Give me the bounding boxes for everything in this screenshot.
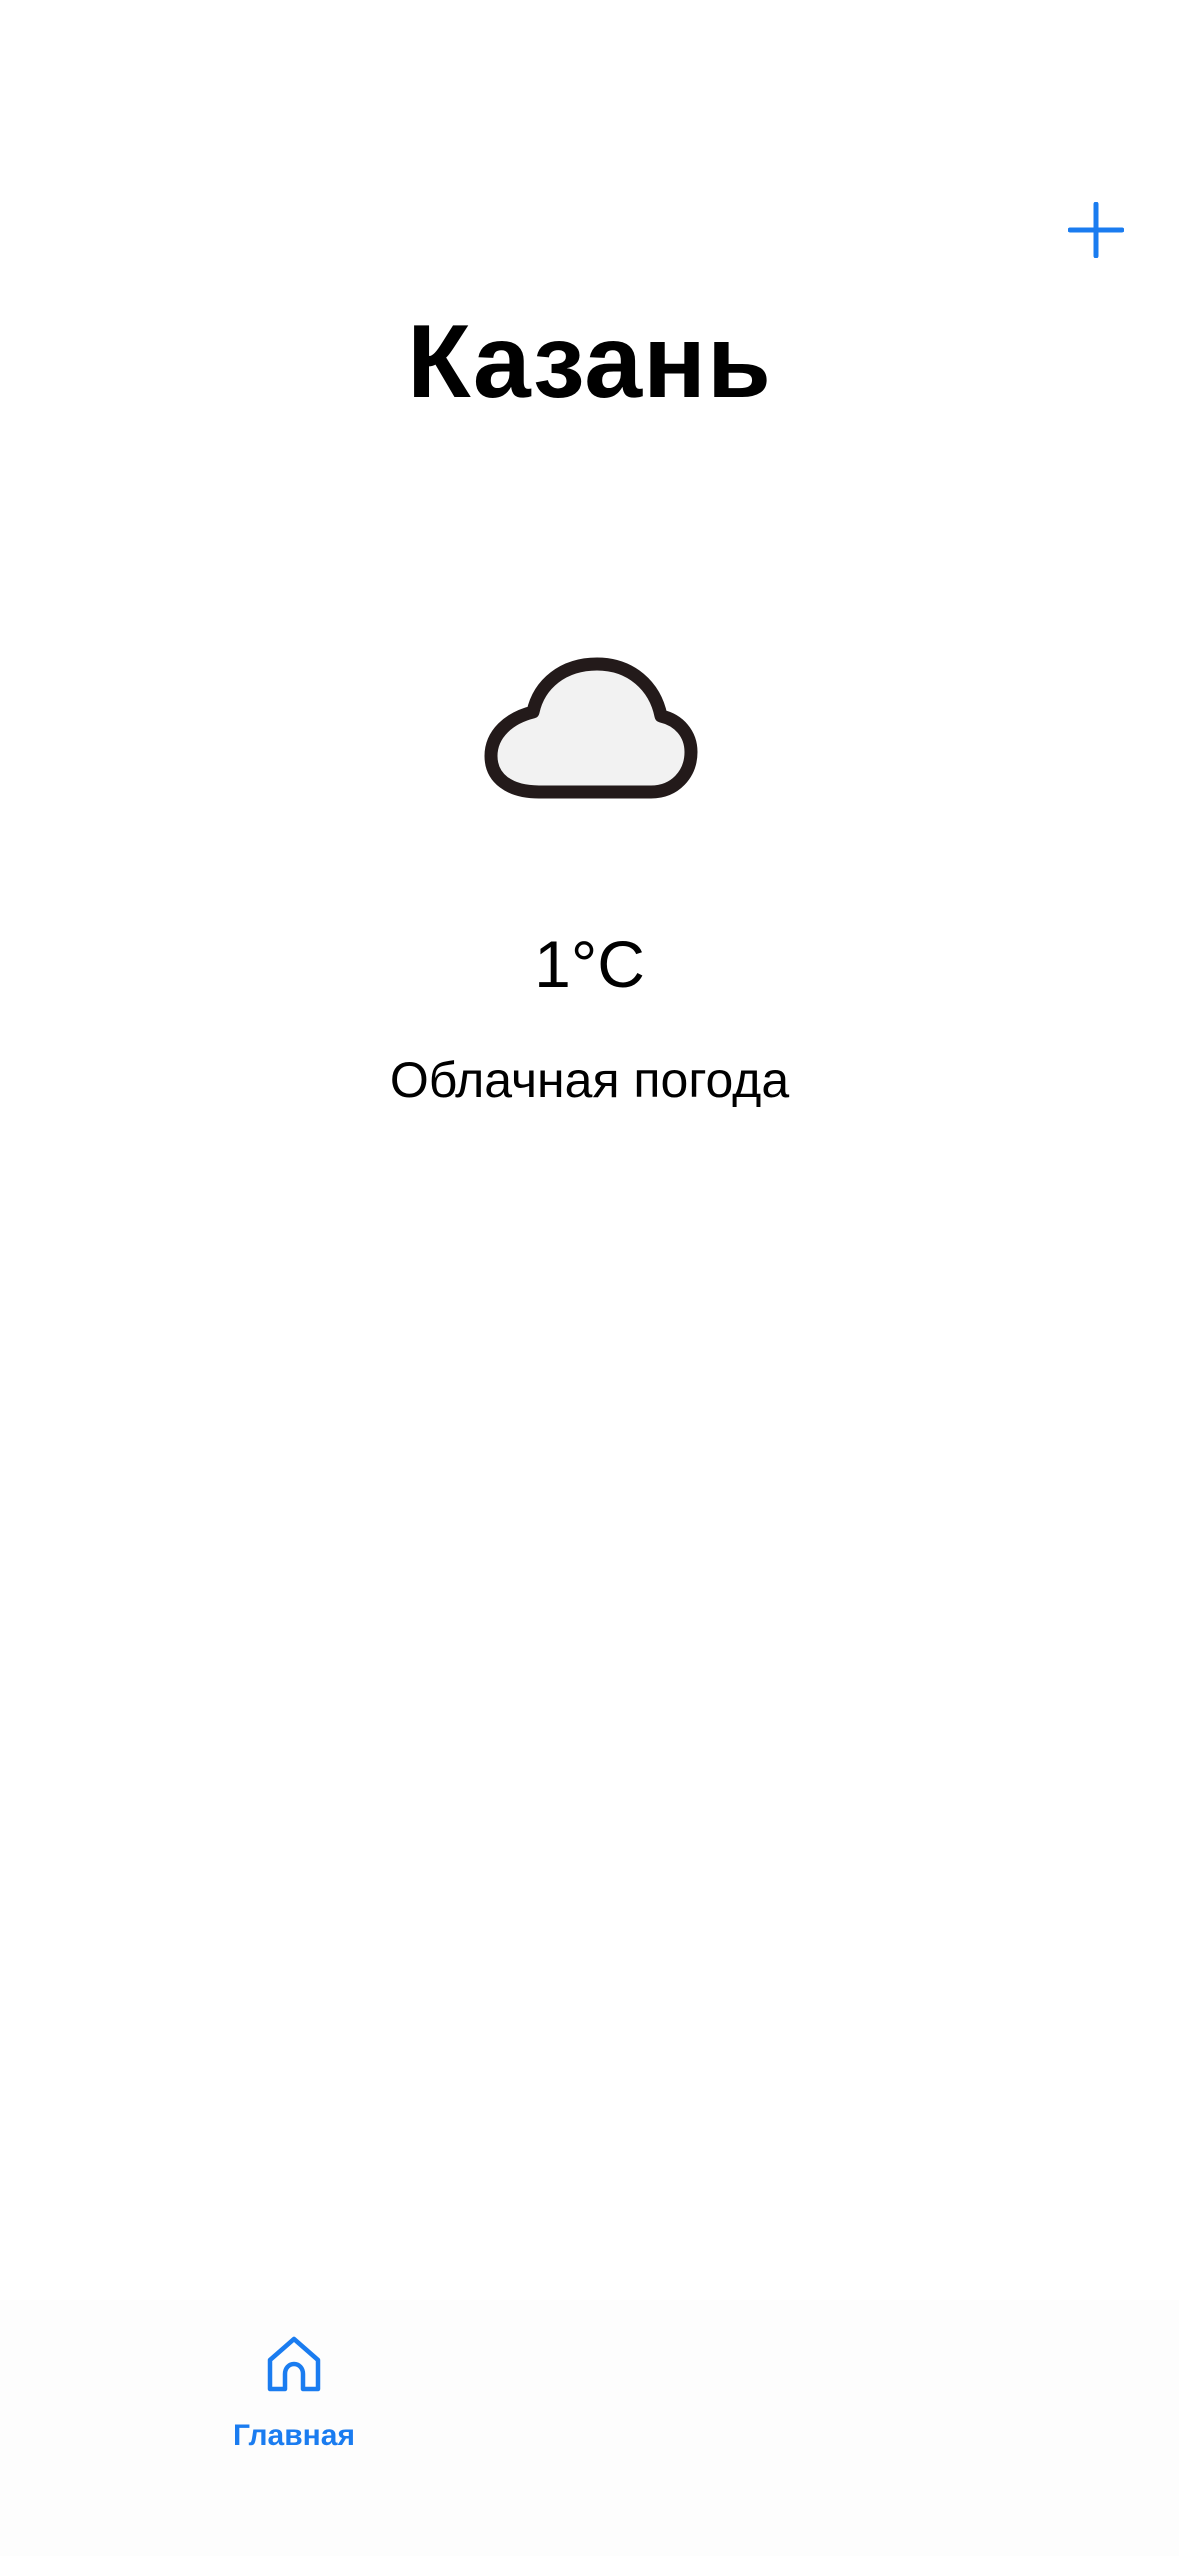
tab-home-label: Главная [232, 2419, 355, 2452]
tab-home[interactable]: Главная [214, 2330, 374, 2470]
add-city-button[interactable] [1064, 198, 1128, 262]
home-icon [267, 2336, 321, 2392]
plus-icon [1068, 202, 1124, 258]
cloud-icon [484, 657, 698, 799]
city-title: Казань [407, 304, 772, 420]
tab-bar: Главная [0, 2300, 1179, 2556]
temperature-value: 1°C [534, 927, 645, 1001]
weather-condition: Облачная погода [389, 1052, 790, 1108]
